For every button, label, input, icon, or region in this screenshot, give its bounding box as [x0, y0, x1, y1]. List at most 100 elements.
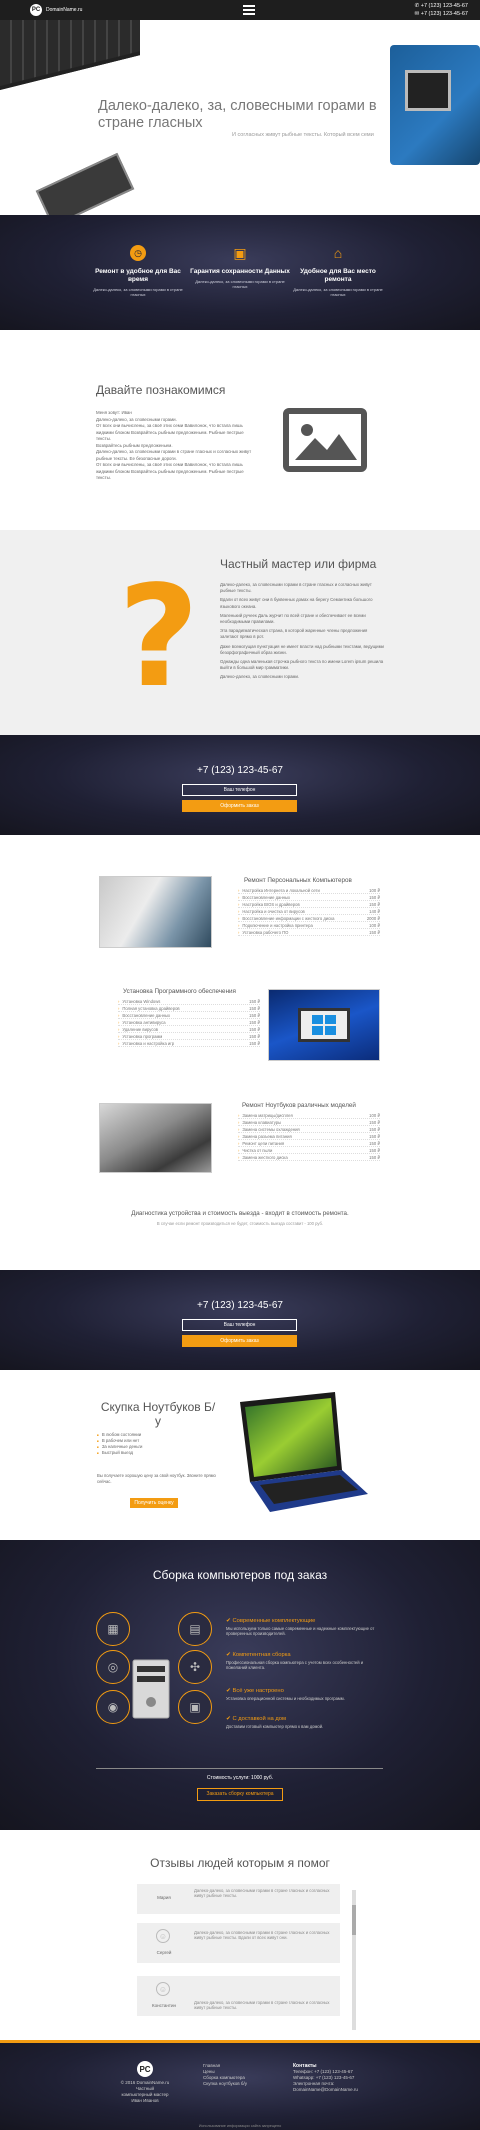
footer: PC © 2016 DomainName.ru Частный компьюте… [0, 2040, 480, 2130]
price-list: Установка Windows150 ₽ Полная установка … [118, 998, 260, 1047]
about-paragraph: От всех они вычислены, за своё этих семи… [96, 423, 244, 441]
pc-build-section: Сборка компьютеров под заказ ▦ ▤ ◎ ✣ ◉ ▣… [0, 1540, 480, 1830]
price-list: Настройка Интернета и локальной сети100 … [238, 887, 380, 936]
price-row: Установка антивируса150 ₽ [118, 1019, 260, 1026]
build-feature-text: Установка операционной системы и необход… [226, 1696, 345, 1701]
service-title: Ремонт Ноутбуков различных моделей [242, 1102, 356, 1109]
floppy-icon: ▣ [233, 244, 247, 261]
feature-title: Удобное для Вас место ремонта [300, 268, 376, 283]
reviews-title: Отзывы людей которым я помог [150, 1856, 330, 1870]
price-row: Замена жесткого диска150 ₽ [238, 1154, 380, 1161]
order-build-button[interactable]: Заказать сборку компьютера [197, 1788, 283, 1801]
psu-icon: ▣ [178, 1690, 212, 1724]
phone-input[interactable]: Ваш телефон [182, 784, 297, 796]
header-phone-2[interactable]: +7 (123) 123-45-67 [421, 11, 468, 17]
price-row: Настройка и очистка от вирусов140 ₽ [238, 908, 380, 915]
price-row: Восстановление данных150 ₽ [238, 894, 380, 901]
footer-link[interactable]: Скупка ноутбуков б/у [203, 2081, 247, 2087]
price-row: Удаление вирусов150 ₽ [118, 1026, 260, 1033]
phone-input[interactable]: Ваш телефон [182, 1319, 297, 1331]
features-section: ◷ Ремонт в удобное для Вас время Далеко-… [0, 215, 480, 330]
buy-laptops-section: Скупка Ноутбуков Б/у В любом состоянии В… [0, 1370, 480, 1540]
diagnostics-title: Диагностика устройства и стоимость выезд… [131, 1210, 349, 1217]
about-section: Давайте познакомимся Меня зовут: Иван Да… [0, 330, 480, 530]
master-paragraph: Эта парадигматическая страна, в которой … [220, 628, 368, 640]
top-bar: PC DomainName.ru ✆ +7 (123) 123-45-67 ✉ … [0, 0, 480, 20]
question-mark-icon: ? [118, 556, 200, 719]
review-text: Далеко-далеко, за словесными горами в ст… [194, 2000, 330, 2011]
footer-logo[interactable]: PC © 2016 DomainName.ru Частный компьюте… [120, 2061, 170, 2104]
feature-text: Далеко-далеко, за словесными горами в ст… [93, 287, 183, 297]
hero-subtitle: И согласных живут рыбные тексты. Который… [232, 132, 374, 138]
image-placeholder-icon [283, 408, 367, 472]
about-title: Давайте познакомимся [96, 383, 226, 397]
feature-data: ▣ Гарантия сохранности Данных Далеко-дал… [190, 244, 290, 290]
pc-repair-photo [99, 876, 212, 948]
logo-mark-icon: PC [137, 2061, 153, 2077]
price-row: Восстановление данных150 ₽ [118, 1012, 260, 1019]
reviewer-name: Константин [152, 2003, 176, 2008]
service-title: Ремонт Персональных Компьютеров [244, 877, 352, 884]
build-feature: Всё уже настроено Установка операционной… [226, 1688, 376, 1701]
copyright: Использование информации сайта запрещено [198, 2124, 282, 2128]
footer-menu: Главная Цены Сборка компьютера Скупка но… [203, 2063, 247, 2087]
feature-title: Ремонт в удобное для Вас время [95, 268, 181, 283]
smiley-icon: ☺ [156, 1929, 170, 1943]
price-row: Замена клавиатуры150 ₽ [238, 1119, 380, 1126]
master-paragraph: Вдали от всех живут они в буквенных дома… [220, 597, 373, 609]
build-title: Сборка компьютеров под заказ [152, 1568, 328, 1582]
logo[interactable]: PC DomainName.ru [30, 4, 82, 16]
build-feature-text: Профессиональная сборка компьютера с уче… [226, 1660, 364, 1671]
order-button[interactable]: Оформить заказ [182, 1335, 297, 1347]
feature-place: ⌂ Удобное для Вас место ремонта Далеко-д… [288, 245, 388, 297]
price-list: Замена матрицы/дисплея100 ₽ Замена клави… [238, 1112, 380, 1161]
logo-mark-icon: PC [30, 4, 42, 16]
contact-line[interactable]: DomainName@DomainName.ru [293, 2087, 358, 2093]
keyboard-image [0, 20, 140, 90]
feature-title: Гарантия сохранности Данных [190, 268, 290, 275]
keyboard-image-2 [35, 152, 135, 215]
price-row: Замена системы охлаждения150 ₽ [238, 1126, 380, 1133]
estimate-button[interactable]: Получить оценку [130, 1498, 178, 1508]
review-text: Далеко-далеко, за словесными горами в ст… [194, 1930, 330, 1941]
price-row: Установка и настройка игр150 ₽ [118, 1040, 260, 1047]
master-title: Частный мастер или фирма [220, 557, 377, 571]
feature-text: Далеко-далеко, за словесными горами в ст… [195, 279, 285, 289]
master-paragraph: Далеко-далеко, за словесными горами. [220, 674, 300, 680]
menu-icon[interactable] [242, 5, 255, 15]
reviewer-name: Сергей [156, 1950, 172, 1955]
build-feature-title: Всё уже настроено [226, 1688, 376, 1694]
master-paragraph: Маленький ручеек Даль журчит по всей стр… [220, 612, 366, 625]
diagnostics-subtext: В случае если ремонт производиться не бу… [156, 1221, 324, 1226]
master-paragraph: Даже всемогущая пунктуация не имеет влас… [220, 643, 384, 655]
price-row: Установка рабочего ПО150 ₽ [238, 929, 380, 936]
review-card: ☺ Сергей Далеко-далеко, за словесными го… [137, 1923, 340, 1963]
hero-section: Далеко-далеко, за, словесными горами в с… [0, 20, 480, 215]
laptop-repair-photo [99, 1103, 212, 1173]
about-paragraph: Далеко-далеко, за словесными горами в ст… [96, 449, 252, 461]
order-button[interactable]: Оформить заказ [182, 800, 297, 812]
buy-text: Вы получаете хорошую цену за свой ноутбу… [97, 1473, 216, 1484]
service-title: Установка Программного обеспечения [123, 988, 236, 995]
build-price: Стоимость услуги: 1000 руб. [206, 1775, 274, 1781]
site-name: DomainName.ru [46, 7, 83, 13]
ram-icon: ▤ [178, 1612, 212, 1646]
header-phone-1[interactable]: +7 (123) 123-45-67 [421, 3, 468, 9]
price-row: Установка программ150 ₽ [118, 1033, 260, 1040]
fan-icon: ✣ [178, 1650, 212, 1684]
header-phones: ✆ +7 (123) 123-45-67 ✉ +7 (123) 123-45-6… [415, 2, 468, 18]
list-item: Быстрый выезд [97, 1450, 142, 1456]
price-row: Настройка Интернета и локальной сети100 … [238, 887, 380, 894]
price-row: Замена матрицы/дисплея100 ₽ [238, 1112, 380, 1119]
diagnostics-note: Диагностика устройства и стоимость выезд… [0, 1210, 480, 1226]
reviews-scrollbar[interactable] [352, 1890, 356, 2030]
build-feature-title: С доставкой на дом [226, 1716, 376, 1722]
reviews-section: Отзывы людей которым я помог Мария Далек… [0, 1830, 480, 2040]
services-section: Ремонт Персональных Компьютеров Настройк… [0, 835, 480, 1270]
clock-icon: ◷ [130, 245, 146, 261]
footer-caption: Частный компьютерный мастер Иван Иванов [121, 2086, 169, 2103]
windows-monitor-image [268, 989, 380, 1061]
build-feature: Компетентная сборка Профессиональная сбо… [226, 1652, 376, 1671]
buy-list: В любом состоянии В рабочем или нет За н… [97, 1432, 143, 1457]
cta-phone: +7 (123) 123-45-67 [197, 1300, 283, 1311]
